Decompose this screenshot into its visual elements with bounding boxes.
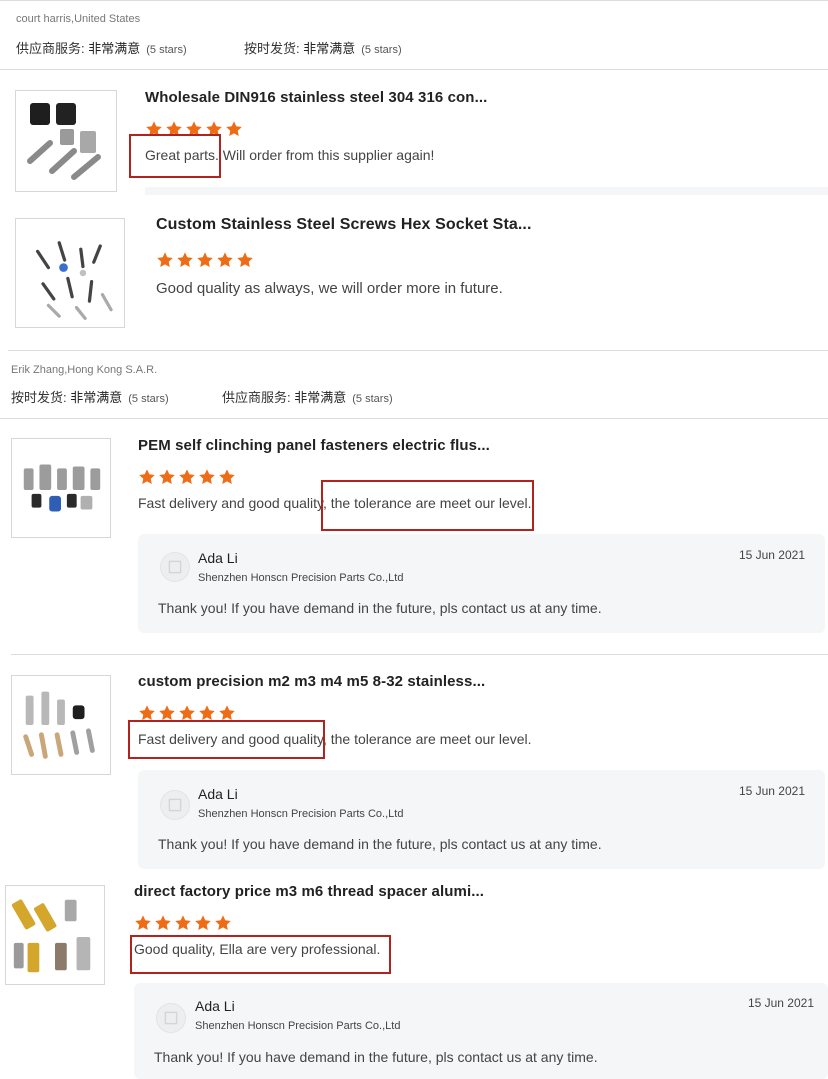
top-divider (0, 0, 828, 1)
star-icon (135, 915, 151, 931)
avatar (160, 790, 190, 820)
reply-author: Ada Li (198, 786, 238, 802)
supplier-reply: Ada Li Shenzhen Honscn Precision Parts C… (134, 983, 828, 1079)
review-divider (8, 350, 828, 351)
highlight-box (128, 720, 325, 759)
star-icon (217, 252, 233, 268)
star-icon (219, 469, 235, 485)
star-icon (159, 469, 175, 485)
reply-date: 15 Jun 2021 (738, 548, 805, 562)
reply-author: Ada Li (198, 550, 238, 566)
star-icon (237, 252, 253, 268)
star-icon (197, 252, 213, 268)
product-hex-screws-icon[interactable] (15, 218, 125, 328)
fade-bar (145, 187, 828, 195)
section-divider (0, 418, 828, 419)
rating-supplier-service: 供应商服务: 非常满意 (5 stars) (16, 41, 187, 56)
reply-date: 15 Jun 2021 (747, 996, 814, 1010)
highlight-box (321, 480, 534, 531)
star-icon (175, 915, 191, 931)
supplier-reply: Ada Li Shenzhen Honscn Precision Parts C… (138, 770, 825, 869)
reviewer-name: Erik Zhang,Hong Kong S.A.R. (11, 364, 158, 376)
avatar (160, 552, 190, 582)
product-pem-fasteners-icon[interactable] (11, 438, 111, 538)
rating-supplier-service: 供应商服务: 非常满意 (5 stars) (222, 390, 393, 405)
star-icon (199, 469, 215, 485)
product-title[interactable]: direct factory price m3 m6 thread spacer… (134, 883, 484, 900)
star-icon (157, 252, 173, 268)
star-icon (139, 469, 155, 485)
highlight-box (130, 935, 391, 974)
reply-text: Thank you! If you have demand in the fut… (158, 836, 602, 852)
rating-on-time-delivery: 按时发货: 非常满意 (5 stars) (244, 41, 402, 56)
section-divider (0, 69, 828, 70)
reply-author: Ada Li (195, 998, 235, 1014)
reply-text: Thank you! If you have demand in the fut… (158, 600, 602, 616)
star-rating (156, 251, 254, 269)
star-icon (155, 915, 171, 931)
product-title[interactable]: Custom Stainless Steel Screws Hex Socket… (156, 216, 532, 234)
review-text: Good quality as always, we will order mo… (156, 280, 503, 297)
reply-company: Shenzhen Honscn Precision Parts Co.,Ltd (198, 572, 404, 584)
product-title[interactable]: custom precision m2 m3 m4 m5 8-32 stainl… (138, 673, 485, 690)
reply-date: 15 Jun 2021 (738, 784, 805, 798)
star-rating (134, 914, 232, 932)
star-icon (179, 469, 195, 485)
reply-company: Shenzhen Honscn Precision Parts Co.,Ltd (195, 1020, 401, 1032)
avatar (156, 1003, 186, 1033)
highlight-box (129, 134, 221, 178)
star-icon (195, 915, 211, 931)
product-title[interactable]: Wholesale DIN916 stainless steel 304 316… (145, 89, 487, 106)
supplier-reply: Ada Li Shenzhen Honscn Precision Parts C… (138, 534, 825, 633)
star-rating (138, 468, 236, 486)
star-icon (215, 915, 231, 931)
product-thread-spacer-icon[interactable] (5, 885, 105, 985)
rating-on-time-delivery: 按时发货: 非常满意 (5 stars) (11, 390, 169, 405)
reviewer-name: court harris,United States (16, 13, 141, 25)
reply-text: Thank you! If you have demand in the fut… (154, 1049, 598, 1065)
star-icon (226, 121, 242, 137)
product-precision-screws-icon[interactable] (11, 675, 111, 775)
product-title[interactable]: PEM self clinching panel fasteners elect… (138, 437, 490, 454)
product-divider (11, 654, 828, 655)
reply-company: Shenzhen Honscn Precision Parts Co.,Ltd (198, 808, 404, 820)
product-set-screws-icon[interactable] (15, 90, 117, 192)
star-icon (177, 252, 193, 268)
